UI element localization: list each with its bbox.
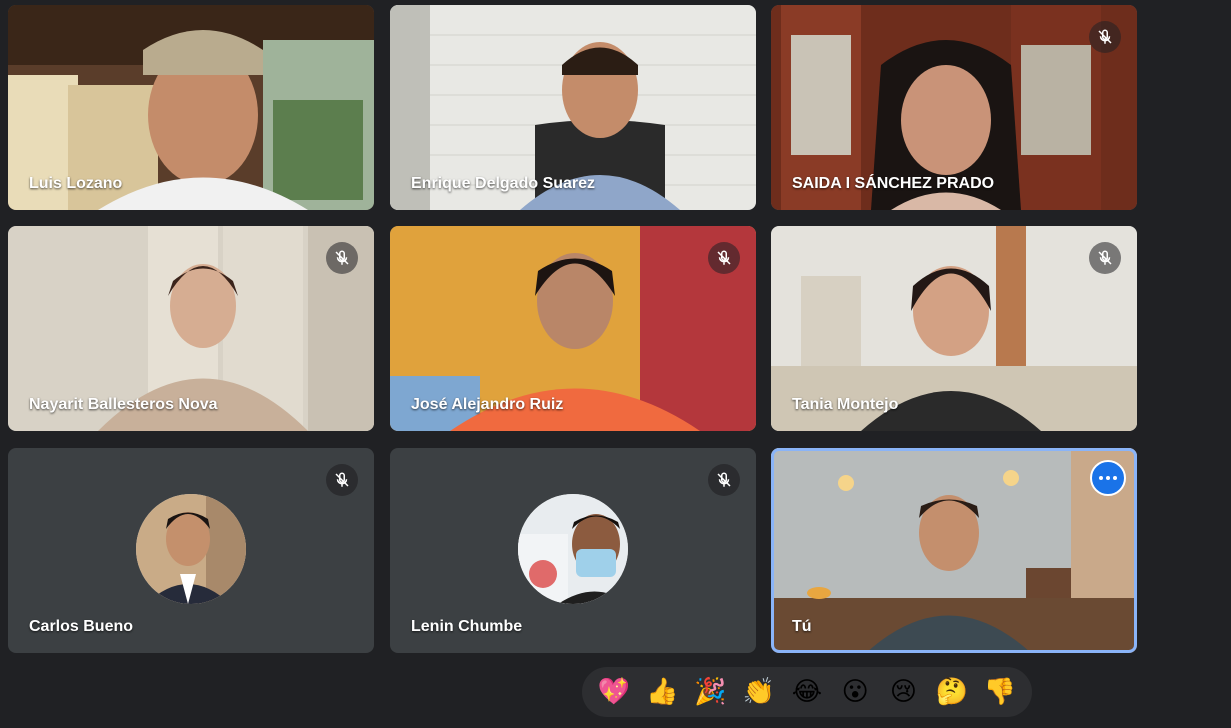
participant-tile-carlos-bueno[interactable]: Carlos Bueno: [8, 448, 374, 653]
participant-tile-tania-montejo[interactable]: Tania Montejo: [771, 226, 1137, 431]
mic-off-icon: [708, 242, 740, 274]
participant-name: Lenin Chumbe: [411, 618, 523, 635]
participant-name: Enrique Delgado Suarez: [411, 175, 596, 192]
participant-name: José Alejandro Ruiz: [411, 396, 564, 413]
reaction-surprised[interactable]: 😮: [835, 672, 875, 712]
participant-video: [771, 448, 1137, 653]
participant-tile-saida-sanchez-prado[interactable]: SAIDA I SÁNCHEZ PRADO: [771, 5, 1137, 210]
mic-off-icon: [326, 464, 358, 496]
avatar: [136, 494, 246, 604]
participant-tile-luis-lozano[interactable]: Luis Lozano: [8, 5, 374, 210]
mic-off-icon: [1089, 242, 1121, 274]
participant-name: SAIDA I SÁNCHEZ PRADO: [792, 175, 995, 192]
avatar: [518, 494, 628, 604]
mic-off-icon: [326, 242, 358, 274]
reaction-tears-of-joy[interactable]: 😂: [787, 672, 827, 712]
reactions-bar: 💖 👍 🎉 👏 😂 😮 😢 🤔 👎: [582, 667, 1032, 717]
reaction-sparkling-heart[interactable]: 💖: [594, 672, 634, 712]
participant-tile-jose-alejandro-ruiz[interactable]: José Alejandro Ruiz: [390, 226, 756, 431]
participant-name: Luis Lozano: [29, 175, 123, 192]
mic-off-icon: [708, 464, 740, 496]
reaction-crying[interactable]: 😢: [883, 672, 923, 712]
participant-name: Tú: [792, 618, 812, 635]
participant-tile-lenin-chumbe[interactable]: Lenin Chumbe: [390, 448, 756, 653]
reaction-clapping-hands[interactable]: 👏: [739, 672, 779, 712]
participant-name: Nayarit Ballesteros Nova: [29, 396, 218, 413]
reaction-thinking[interactable]: 🤔: [932, 672, 972, 712]
more-options-icon[interactable]: [1090, 460, 1126, 496]
reaction-party-popper[interactable]: 🎉: [691, 672, 731, 712]
participant-name: Tania Montejo: [792, 396, 899, 413]
reaction-thumbs-up[interactable]: 👍: [642, 672, 682, 712]
participant-tile-self[interactable]: Tú: [771, 448, 1137, 653]
participant-name: Carlos Bueno: [29, 618, 134, 635]
participant-tile-enrique-delgado-suarez[interactable]: Enrique Delgado Suarez: [390, 5, 756, 210]
participant-tile-nayarit-ballesteros-nova[interactable]: Nayarit Ballesteros Nova: [8, 226, 374, 431]
reaction-thumbs-down[interactable]: 👎: [980, 672, 1020, 712]
mic-off-icon: [1089, 21, 1121, 53]
